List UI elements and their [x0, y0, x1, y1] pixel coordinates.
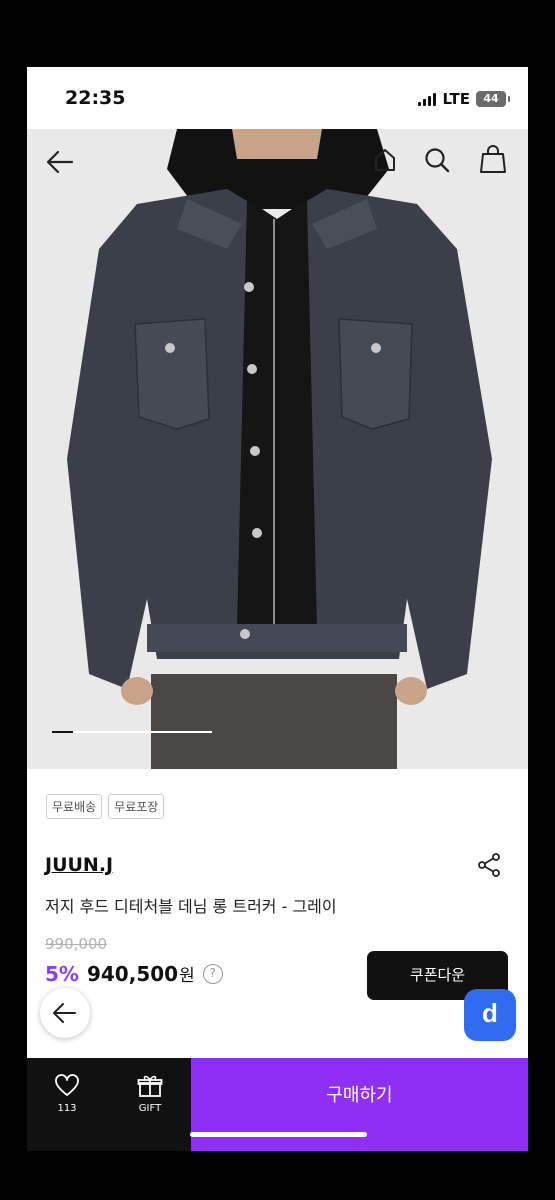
badge-free-shipping: 무료배송 — [46, 794, 103, 819]
badge-list: 무료배송 무료포장 — [46, 794, 165, 819]
signal-icon — [418, 92, 437, 106]
discount-rate: 5% — [45, 961, 79, 986]
floating-app-button[interactable]: d — [464, 989, 516, 1041]
gift-icon — [137, 1075, 163, 1097]
bottom-action-bar: 113 GIFT 구매하기 — [27, 1058, 528, 1151]
price-help-icon[interactable]: ? — [202, 963, 223, 984]
status-time: 22:35 — [65, 87, 126, 109]
like-count: 113 — [57, 1103, 77, 1114]
network-label: LTE — [442, 90, 470, 108]
product-photo — [27, 129, 528, 769]
gift-label: GIFT — [138, 1103, 162, 1114]
like-button[interactable]: 113 — [43, 1074, 91, 1114]
price-row: 5% 940,500 원 ? — [45, 961, 223, 986]
bottom-bar-left: 113 GIFT — [27, 1058, 191, 1151]
battery-icon: 44 — [476, 91, 510, 107]
badge-free-wrapping: 무료포장 — [108, 794, 165, 819]
heart-icon — [55, 1074, 79, 1096]
original-price: 990,000 — [45, 935, 108, 953]
gallery-progress-fill — [52, 731, 73, 733]
gallery-progress-bar — [52, 731, 212, 733]
currency-label: 원 — [179, 966, 195, 986]
floating-back-button[interactable] — [40, 988, 90, 1038]
home-indicator — [190, 1132, 367, 1137]
brand-link[interactable]: JUUN.J — [45, 854, 113, 876]
app-screen: 22:35 LTE 44 무료배송 무료포장 JUUN.J 저지 후드 디테처블… — [27, 67, 528, 1151]
product-image[interactable] — [27, 129, 528, 769]
share-icon[interactable] — [476, 852, 502, 882]
sale-price: 940,500 — [86, 961, 179, 986]
gift-button[interactable]: GIFT — [126, 1074, 174, 1114]
product-name: 저지 후드 디테처블 데님 롱 트러커 - 그레이 — [45, 897, 337, 916]
buy-button[interactable]: 구매하기 — [191, 1058, 528, 1151]
status-indicators: LTE 44 — [418, 90, 510, 108]
back-arrow-icon — [53, 1003, 76, 1023]
status-bar: 22:35 LTE 44 — [27, 67, 528, 129]
